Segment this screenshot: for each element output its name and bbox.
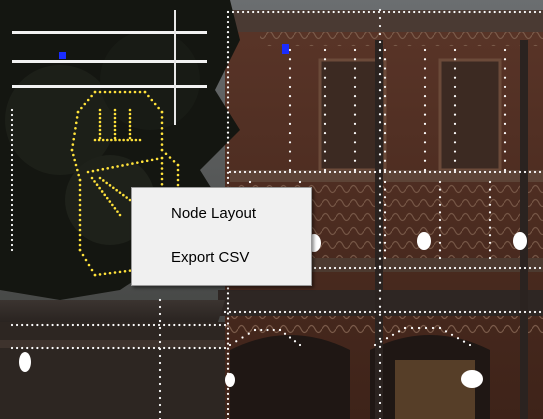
neighbor-wall — [0, 322, 225, 419]
led-string-balcony-top — [228, 170, 542, 174]
led-string-tree-left — [10, 108, 14, 252]
bulb-1 — [417, 232, 431, 250]
bulb-5 — [225, 373, 235, 387]
guide-line-vertical — [174, 10, 176, 125]
eave-lace — [260, 32, 543, 46]
eave-trim — [225, 10, 543, 32]
bulb-4 — [461, 370, 483, 388]
post-2 — [520, 40, 528, 419]
guide-line-1 — [12, 31, 207, 34]
led-string-neighbor-eave — [10, 323, 227, 327]
lower-wall-glow — [395, 360, 475, 419]
led-string-roofline — [226, 10, 542, 14]
menu-item-export-csv[interactable]: Export CSV — [133, 243, 310, 273]
selected-node-2 — [282, 44, 289, 54]
window-upper-right — [438, 58, 502, 172]
post-1 — [375, 40, 383, 419]
neighbor-wall-trim — [0, 340, 225, 348]
context-menu: Node Layout Export CSV — [131, 187, 312, 286]
selected-node-1 — [59, 52, 66, 59]
verandah-lace — [225, 316, 543, 334]
led-motif-outline-seg-9 — [78, 178, 82, 252]
neighbor-roof — [0, 300, 225, 322]
bulb-3 — [19, 352, 31, 372]
guide-line-3 — [12, 85, 207, 88]
bulb-2 — [513, 232, 527, 250]
menu-item-node-layout[interactable]: Node Layout — [133, 199, 310, 229]
guide-line-2 — [12, 60, 207, 63]
light-layout-canvas[interactable]: Node Layout Export CSV — [0, 0, 543, 419]
led-string-neighbor-trim — [10, 346, 227, 350]
